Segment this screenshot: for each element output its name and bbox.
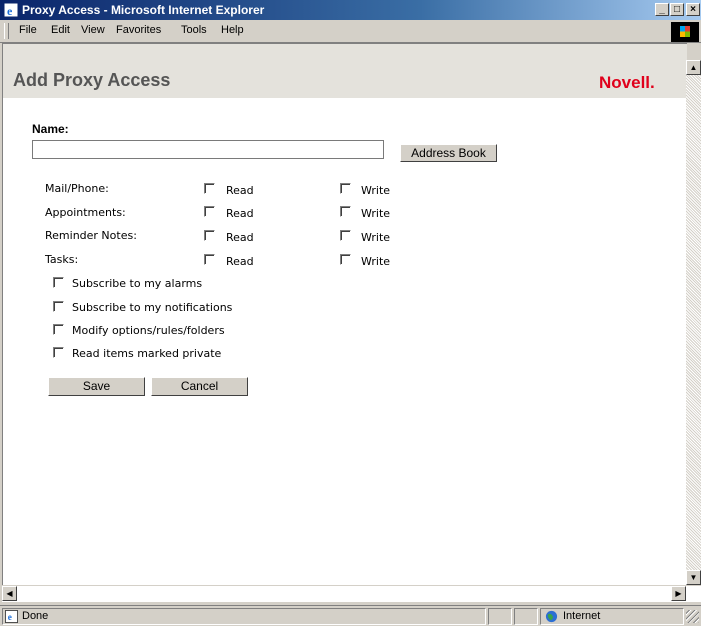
zone-text: Internet [563, 610, 601, 622]
vertical-scrollbar[interactable]: ▲ ▼ [686, 60, 701, 585]
scroll-up-button[interactable]: ▲ [686, 60, 701, 75]
subscribe-notifications-checkbox[interactable] [53, 301, 64, 312]
name-input[interactable] [32, 140, 384, 159]
read-private-checkbox[interactable] [53, 347, 64, 358]
option-label: Subscribe to my alarms [72, 277, 203, 290]
page-content: Add Proxy Access Novell. Name: Address B… [2, 43, 687, 585]
option-label: Modify options/rules/folders [72, 324, 225, 337]
windows-flag-icon [671, 22, 699, 42]
option-label: Read items marked private [72, 347, 222, 360]
novell-logo: Novell. [599, 73, 655, 92]
mail-write-checkbox[interactable] [340, 183, 351, 194]
appointments-write-checkbox[interactable] [340, 206, 351, 217]
read-label: Read [226, 255, 254, 268]
mail-read-checkbox[interactable] [204, 183, 215, 194]
name-label: Name: [32, 122, 69, 136]
modify-options-checkbox[interactable] [53, 324, 64, 335]
tasks-read-checkbox[interactable] [204, 254, 215, 265]
page-header: Add Proxy Access Novell. [3, 44, 687, 98]
write-label: Write [361, 255, 391, 268]
write-label: Write [361, 184, 391, 197]
menu-favorites[interactable]: Favorites [116, 24, 161, 36]
close-button[interactable]: × [686, 3, 700, 16]
scroll-track[interactable] [686, 60, 701, 585]
scroll-left-button[interactable]: ◀ [2, 586, 17, 601]
toolbar-grip[interactable] [4, 23, 9, 39]
menu-bar: File Edit View Favorites Tools Help [0, 20, 701, 43]
tasks-write-checkbox[interactable] [340, 254, 351, 265]
globe-icon [545, 610, 558, 623]
svg-text:e: e [7, 4, 13, 18]
minimize-button[interactable]: _ [655, 3, 669, 16]
option-label: Subscribe to my notifications [72, 301, 233, 314]
subscribe-alarms-checkbox[interactable] [53, 277, 64, 288]
menu-view[interactable]: View [81, 24, 105, 36]
svg-text:e: e [8, 613, 12, 623]
permission-label: Tasks: [45, 253, 79, 266]
resize-grip[interactable] [686, 610, 699, 623]
scroll-right-button[interactable]: ▶ [671, 586, 686, 601]
menu-help[interactable]: Help [221, 24, 244, 36]
status-pane-zone: Internet [540, 608, 684, 625]
horizontal-scrollbar[interactable]: ◀ ▶ [2, 585, 701, 602]
status-pane-small [514, 608, 538, 625]
window-title-bar: e Proxy Access - Microsoft Internet Expl… [0, 0, 701, 20]
permission-label: Reminder Notes: [45, 229, 137, 242]
status-text: Done [22, 610, 49, 622]
address-book-button[interactable]: Address Book [400, 144, 497, 162]
read-label: Read [226, 184, 254, 197]
maximize-button[interactable]: □ [670, 3, 684, 16]
appointments-read-checkbox[interactable] [204, 206, 215, 217]
status-pane-small [488, 608, 512, 625]
ie-page-icon: e [3, 2, 19, 18]
page-title: Add Proxy Access [13, 70, 171, 90]
read-label: Read [226, 207, 254, 220]
permission-label: Appointments: [45, 206, 126, 219]
reminder-notes-read-checkbox[interactable] [204, 230, 215, 241]
scroll-down-button[interactable]: ▼ [686, 570, 701, 585]
status-pane-main: e Done [2, 608, 486, 625]
save-button[interactable]: Save [48, 377, 145, 396]
window-title: Proxy Access - Microsoft Internet Explor… [22, 3, 265, 17]
menu-file[interactable]: File [19, 24, 37, 36]
write-label: Write [361, 231, 391, 244]
cancel-button[interactable]: Cancel [151, 377, 248, 396]
reminder-notes-write-checkbox[interactable] [340, 230, 351, 241]
status-bar: e Done Internet [0, 605, 701, 626]
menu-edit[interactable]: Edit [51, 24, 70, 36]
read-label: Read [226, 231, 254, 244]
menu-tools[interactable]: Tools [181, 24, 207, 36]
ie-page-icon: e [5, 610, 18, 623]
write-label: Write [361, 207, 391, 220]
permission-label: Mail/Phone: [45, 182, 109, 195]
